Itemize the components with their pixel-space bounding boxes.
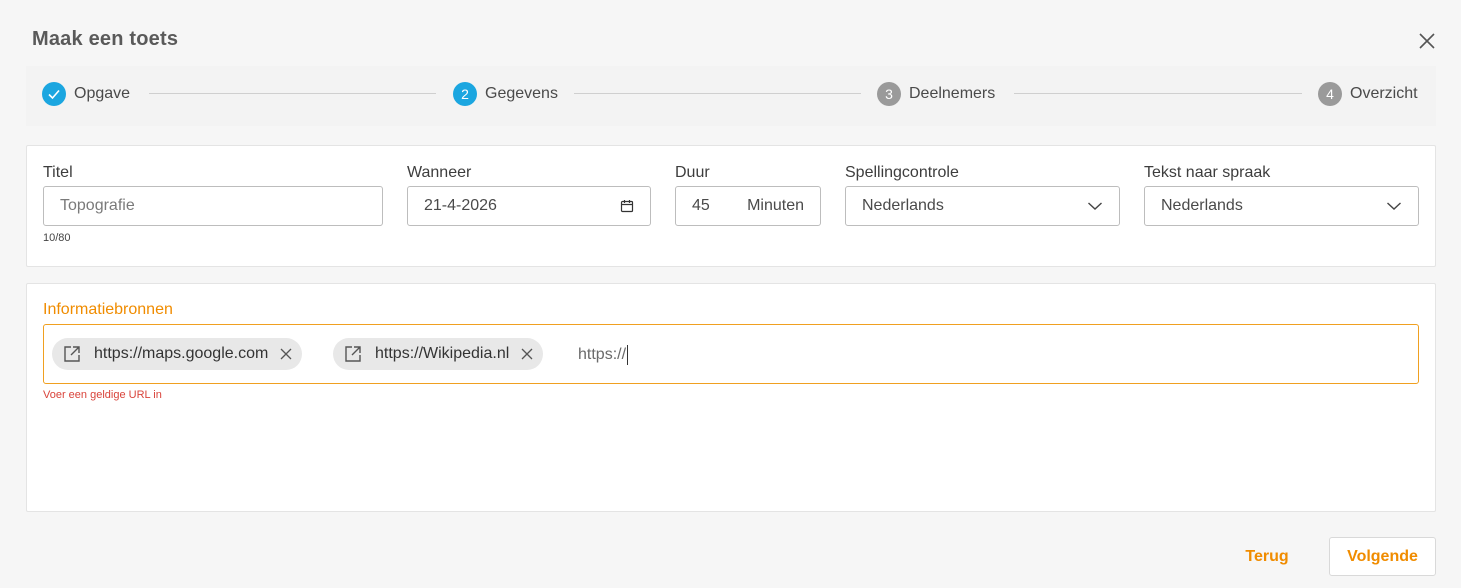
calendar-icon[interactable] [620, 199, 634, 213]
text-caret [627, 345, 629, 365]
close-button[interactable] [1413, 27, 1441, 55]
tts-label: Tekst naar spraak [1144, 164, 1271, 181]
title-label: Titel [43, 164, 73, 181]
step-label: Overzicht [1350, 85, 1418, 102]
dialog-title: Maak een toets [32, 28, 179, 50]
duration-label: Duur [675, 164, 710, 181]
date-value: 21-4-2026 [424, 197, 497, 214]
tts-select[interactable]: Nederlands [1144, 186, 1419, 226]
step-overzicht[interactable]: 4 Overzicht [1318, 82, 1418, 106]
step-connector [1014, 93, 1302, 94]
chevron-down-icon [1387, 202, 1401, 210]
url-error-message: Voer een geldige URL in [43, 389, 162, 401]
external-link-icon[interactable] [62, 344, 82, 364]
step-gegevens[interactable]: 2 Gegevens [453, 82, 558, 106]
duration-unit: Minuten [747, 197, 804, 214]
sources-card: Informatiebronnen https://maps.google.co… [26, 283, 1436, 512]
spelling-label: Spellingcontrole [845, 164, 959, 181]
tts-value: Nederlands [1161, 197, 1243, 214]
step-number: 4 [1318, 82, 1342, 106]
step-label: Gegevens [485, 85, 558, 102]
sources-label: Informatiebronnen [43, 301, 173, 318]
remove-icon[interactable] [521, 348, 533, 360]
chevron-down-icon [1088, 202, 1102, 210]
url-input[interactable]: https:// [578, 343, 978, 367]
url-chip-label: https://Wikipedia.nl [375, 345, 510, 362]
spelling-select[interactable]: Nederlands [845, 186, 1120, 226]
external-link-icon[interactable] [343, 344, 363, 364]
remove-icon[interactable] [280, 348, 292, 360]
duration-value[interactable]: 45 [692, 197, 710, 215]
step-number: 3 [877, 82, 901, 106]
spelling-value: Nederlands [862, 197, 944, 214]
step-connector [574, 93, 861, 94]
details-card: Titel 10/80 Wanneer 21-4-2026 Duur 45 Mi… [26, 145, 1436, 267]
check-icon [42, 82, 66, 106]
step-label: Deelnemers [909, 85, 996, 102]
step-opgave[interactable]: Opgave [42, 82, 130, 106]
url-tag-input[interactable]: https://maps.google.com https://Wikipedi… [43, 324, 1419, 384]
url-input-value: https:// [578, 346, 627, 363]
step-deelnemers[interactable]: 3 Deelnemers [877, 82, 995, 106]
title-field[interactable] [43, 186, 383, 226]
close-icon [1419, 33, 1435, 49]
duration-field[interactable]: 45 Minuten [675, 186, 821, 226]
url-chip[interactable]: https://Wikipedia.nl [333, 338, 544, 370]
url-chip[interactable]: https://maps.google.com [52, 338, 303, 370]
back-button[interactable]: Terug [1230, 540, 1304, 574]
title-input[interactable] [44, 187, 382, 225]
when-label: Wanneer [407, 164, 472, 181]
next-button[interactable]: Volgende [1329, 537, 1436, 576]
title-counter: 10/80 [43, 232, 71, 244]
date-field[interactable]: 21-4-2026 [407, 186, 651, 226]
step-number: 2 [453, 82, 477, 106]
stepper: Opgave 2 Gegevens 3 Deelnemers 4 Overzic… [26, 66, 1436, 126]
url-chip-label: https://maps.google.com [94, 345, 269, 362]
step-connector [149, 93, 436, 94]
step-label: Opgave [74, 85, 131, 102]
